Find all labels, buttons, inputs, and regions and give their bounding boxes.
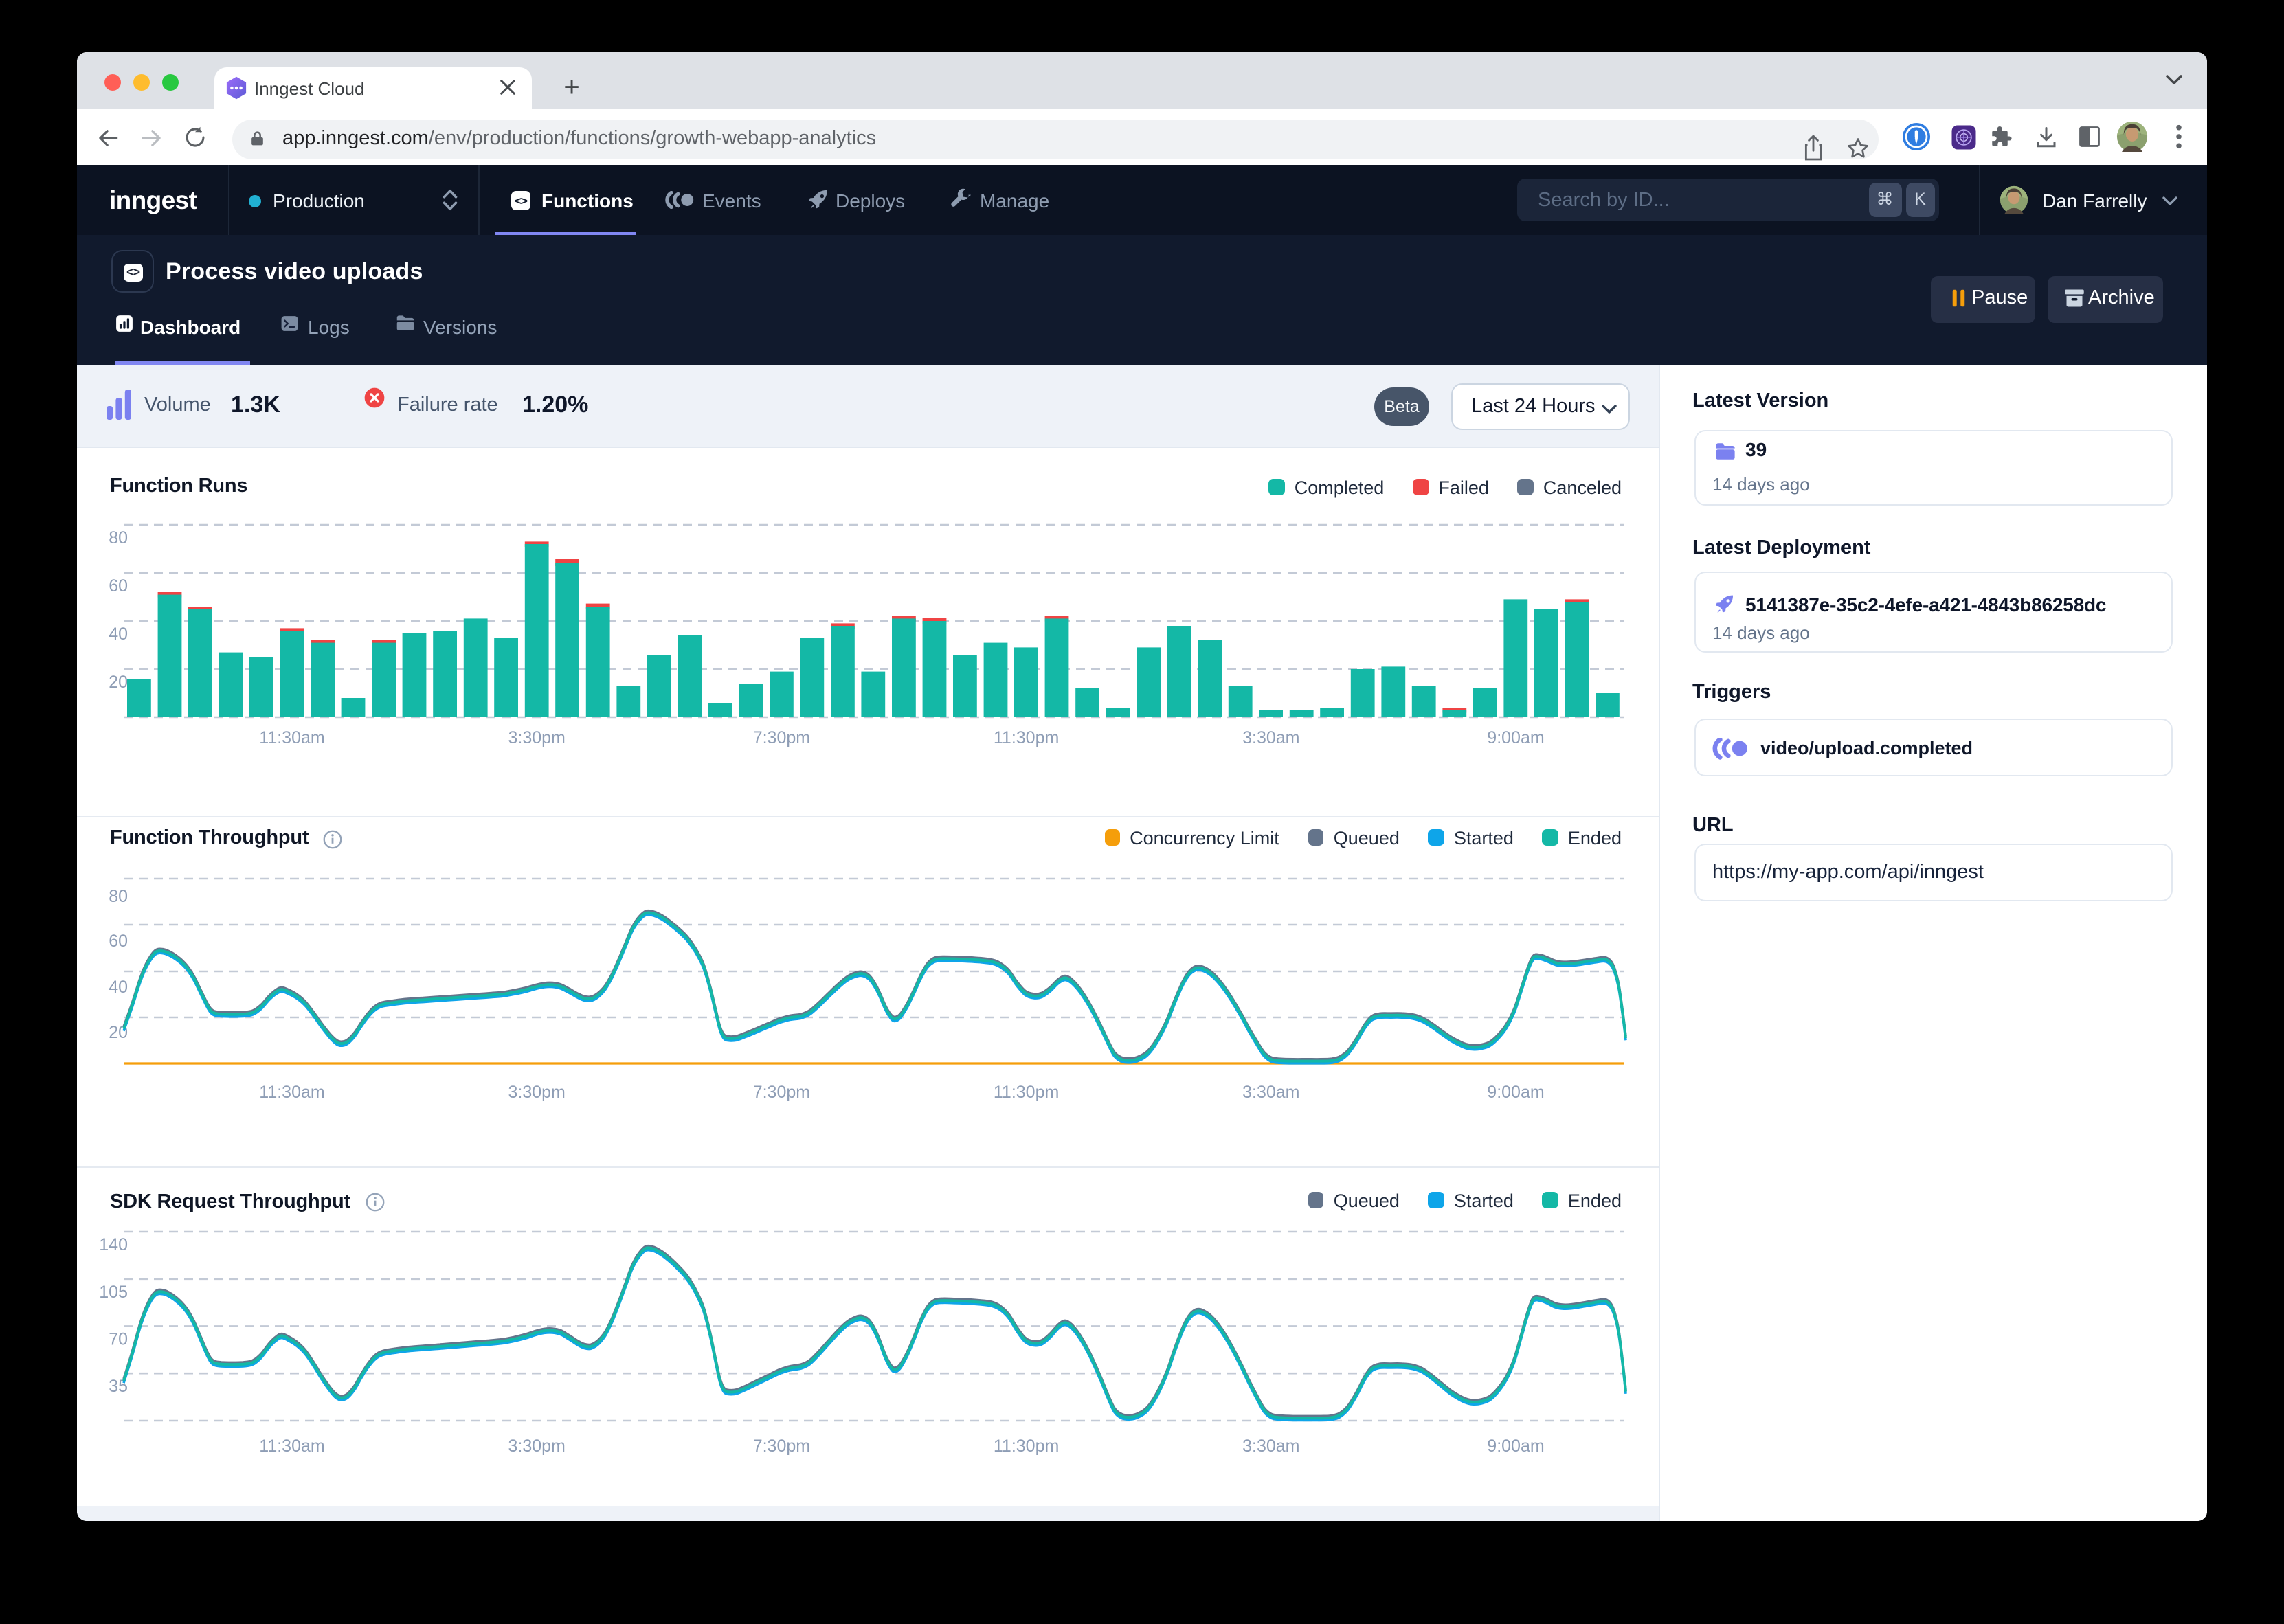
svg-text:11:30am: 11:30am: [259, 1436, 324, 1455]
svg-text:3:30pm: 3:30pm: [508, 728, 566, 747]
svg-text:20: 20: [109, 673, 128, 692]
svg-text:140: 140: [99, 1234, 128, 1254]
svg-text:11:30pm: 11:30pm: [994, 1083, 1059, 1102]
svg-text:3:30am: 3:30am: [1242, 728, 1299, 747]
svg-text:11:30am: 11:30am: [259, 728, 324, 747]
svg-text:3:30am: 3:30am: [1242, 1436, 1299, 1455]
svg-text:40: 40: [109, 978, 128, 997]
svg-text:70: 70: [109, 1329, 128, 1349]
svg-text:9:00am: 9:00am: [1487, 728, 1544, 747]
svg-text:9:00am: 9:00am: [1487, 1083, 1544, 1102]
svg-text:7:30pm: 7:30pm: [753, 728, 810, 747]
svg-text:11:30pm: 11:30pm: [994, 728, 1059, 747]
svg-text:3:30pm: 3:30pm: [508, 1436, 566, 1455]
svg-text:9:00am: 9:00am: [1487, 1436, 1544, 1455]
svg-text:40: 40: [109, 624, 128, 644]
svg-text:105: 105: [99, 1282, 128, 1301]
svg-text:3:30pm: 3:30pm: [508, 1083, 566, 1102]
svg-text:60: 60: [109, 932, 128, 951]
svg-text:80: 80: [109, 887, 128, 906]
svg-text:60: 60: [109, 576, 128, 596]
svg-text:7:30pm: 7:30pm: [753, 1436, 810, 1455]
svg-text:80: 80: [109, 528, 128, 548]
svg-text:3:30am: 3:30am: [1242, 1083, 1299, 1102]
svg-text:7:30pm: 7:30pm: [753, 1083, 810, 1102]
svg-text:11:30am: 11:30am: [259, 1083, 324, 1102]
svg-text:11:30pm: 11:30pm: [994, 1436, 1059, 1455]
